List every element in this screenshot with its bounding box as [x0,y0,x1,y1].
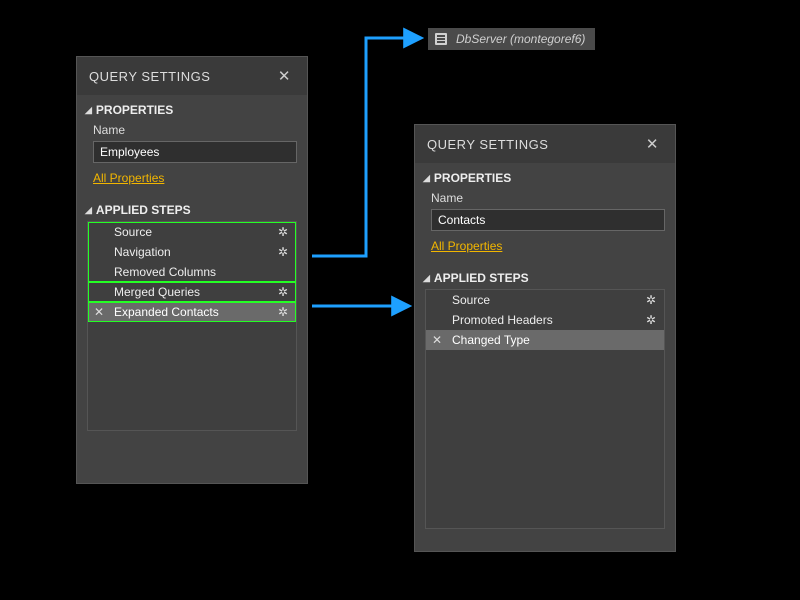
panel-header: QUERY SETTINGS ✕ [77,57,307,95]
applied-steps-section-header[interactable]: ◢ APPLIED STEPS [415,263,675,289]
db-server-badge[interactable]: DbServer (montegoref6) [428,28,595,50]
collapse-icon: ◢ [423,273,430,284]
delete-step-icon[interactable]: ✕ [430,333,444,347]
step-label: Removed Columns [106,265,290,279]
gear-icon[interactable]: ✲ [276,245,290,259]
properties-label: PROPERTIES [96,103,173,117]
gear-icon[interactable]: ✲ [276,285,290,299]
gear-icon[interactable]: ✲ [276,305,290,319]
gear-icon[interactable]: ✲ [644,313,658,327]
step-label: Expanded Contacts [106,305,276,319]
panel-title: QUERY SETTINGS [89,69,210,84]
name-input[interactable] [431,209,665,231]
applied-steps-label: APPLIED STEPS [96,203,191,217]
collapse-icon: ◢ [85,105,92,116]
name-label: Name [415,189,675,209]
applied-steps-label: APPLIED STEPS [434,271,529,285]
step-row[interactable]: ✕Navigation✲ [88,242,296,262]
step-label: Promoted Headers [444,313,644,327]
query-settings-panel-1: QUERY SETTINGS ✕ ◢ PROPERTIES Name All P… [76,56,308,484]
properties-section-header[interactable]: ◢ PROPERTIES [415,163,675,189]
close-icon[interactable]: ✕ [274,67,295,85]
collapse-icon: ◢ [85,205,92,216]
gear-icon[interactable]: ✲ [644,293,658,307]
gear-icon[interactable]: ✲ [276,225,290,239]
db-server-label: DbServer (montegoref6) [456,32,585,46]
applied-steps-list: ✕Source✲✕Promoted Headers✲✕Changed Type [425,289,665,529]
name-input[interactable] [93,141,297,163]
step-label: Merged Queries [106,285,276,299]
all-properties-link[interactable]: All Properties [77,169,307,195]
step-label: Changed Type [444,333,658,347]
delete-step-icon[interactable]: ✕ [92,305,106,319]
properties-label: PROPERTIES [434,171,511,185]
step-row[interactable]: ✕Removed Columns [88,262,296,282]
step-row[interactable]: ✕Merged Queries✲ [88,282,296,302]
step-row[interactable]: ✕Source✲ [426,290,664,310]
panel-title: QUERY SETTINGS [427,137,548,152]
collapse-icon: ◢ [423,173,430,184]
step-row[interactable]: ✕Source✲ [88,222,296,242]
name-label: Name [77,121,307,141]
step-label: Source [106,225,276,239]
step-label: Navigation [106,245,276,259]
database-icon [434,32,448,46]
applied-steps-list: ✕Source✲✕Navigation✲✕Removed Columns✕Mer… [87,221,297,431]
query-settings-panel-2: QUERY SETTINGS ✕ ◢ PROPERTIES Name All P… [414,124,676,552]
properties-section-header[interactable]: ◢ PROPERTIES [77,95,307,121]
step-row[interactable]: ✕Promoted Headers✲ [426,310,664,330]
all-properties-link[interactable]: All Properties [415,237,675,263]
step-row[interactable]: ✕Expanded Contacts✲ [88,302,296,322]
close-icon[interactable]: ✕ [642,135,663,153]
step-label: Source [444,293,644,307]
panel-header: QUERY SETTINGS ✕ [415,125,675,163]
applied-steps-section-header[interactable]: ◢ APPLIED STEPS [77,195,307,221]
step-row[interactable]: ✕Changed Type [426,330,664,350]
